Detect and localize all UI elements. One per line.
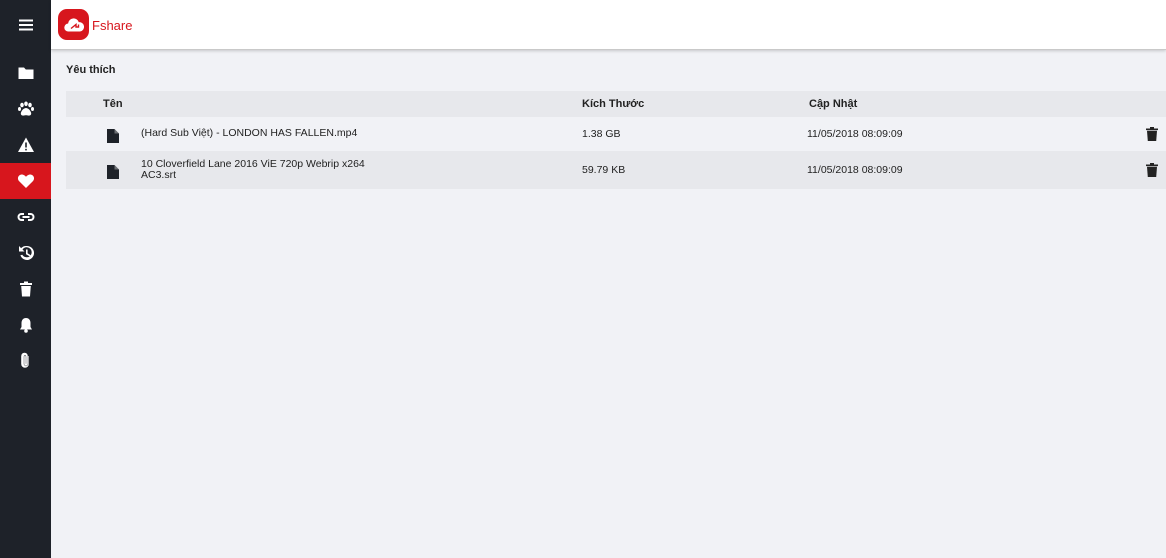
sidebar-item-pets[interactable]	[0, 91, 51, 127]
top-header: Fshare	[51, 0, 1166, 50]
favorites-table: Tên Kích Thước Cập Nhật (Hard Sub Việt) …	[66, 91, 1166, 189]
page-title: Yêu thích	[66, 64, 116, 76]
menu-icon	[18, 19, 33, 31]
sidebar-item-notifications[interactable]	[0, 307, 51, 343]
delete-button[interactable]	[1146, 163, 1158, 177]
brand-name[interactable]: Fshare	[92, 18, 132, 33]
file-icon	[107, 165, 119, 179]
link-icon	[17, 213, 34, 221]
cloud-logo-icon	[63, 17, 84, 32]
sidebar-item-links[interactable]	[0, 199, 51, 235]
table-row[interactable]: (Hard Sub Việt) - LONDON HAS FALLEN.mp4 …	[66, 117, 1166, 151]
paw-icon	[17, 101, 34, 116]
heart-icon	[17, 174, 34, 188]
sidebar-item-favorites[interactable]	[0, 163, 51, 199]
file-size: 1.38 GB	[582, 128, 621, 140]
trash-icon	[1146, 163, 1158, 177]
sidebar-item-trash[interactable]	[0, 271, 51, 307]
file-updated: 11/05/2018 08:09:09	[807, 128, 903, 140]
sidebar-item-files[interactable]	[0, 55, 51, 91]
trash-icon	[19, 281, 32, 297]
file-name[interactable]: (Hard Sub Việt) - LONDON HAS FALLEN.mp4	[141, 128, 381, 139]
file-name[interactable]: 10 Cloverfield Lane 2016 ViE 720p Webrip…	[141, 159, 381, 181]
column-header-size[interactable]: Kích Thước	[582, 98, 644, 110]
warning-icon	[17, 137, 34, 152]
app-root: Fshare Yêu thích Tên Kích Thước Cập Nhật…	[0, 0, 1166, 558]
sidebar	[0, 0, 51, 558]
sidebar-item-attachments[interactable]	[0, 343, 51, 379]
trash-icon	[1146, 127, 1158, 141]
bell-icon	[19, 318, 32, 333]
sidebar-item-history[interactable]	[0, 235, 51, 271]
column-header-updated[interactable]: Cập Nhật	[809, 98, 857, 110]
delete-button[interactable]	[1146, 127, 1158, 141]
paperclip-icon	[20, 352, 29, 368]
history-icon	[18, 245, 34, 260]
file-updated: 11/05/2018 08:09:09	[807, 164, 903, 176]
file-size: 59.79 KB	[582, 164, 626, 176]
fshare-logo[interactable]	[58, 9, 89, 40]
table-row[interactable]: 10 Cloverfield Lane 2016 ViE 720p Webrip…	[66, 151, 1166, 189]
file-icon	[107, 129, 119, 143]
column-header-name[interactable]: Tên	[103, 98, 123, 110]
sidebar-menu-button[interactable]	[0, 7, 51, 43]
folder-icon	[18, 67, 33, 79]
table-header: Tên Kích Thước Cập Nhật	[66, 91, 1166, 117]
sidebar-item-warning[interactable]	[0, 127, 51, 163]
